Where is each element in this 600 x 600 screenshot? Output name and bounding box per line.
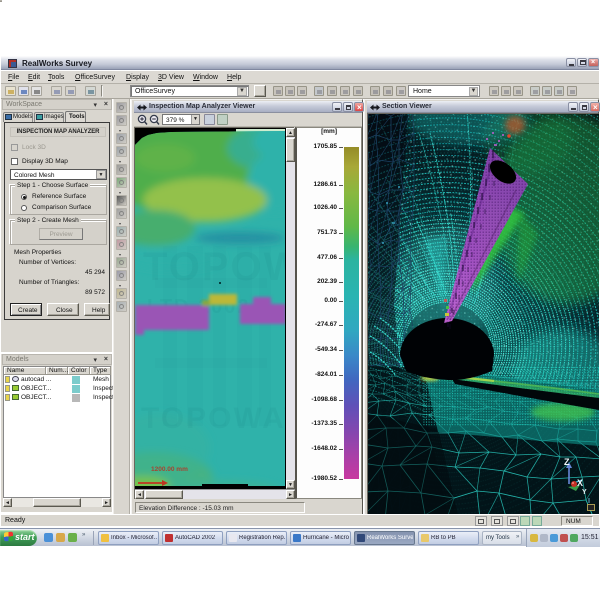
svg-text:X: X — [577, 478, 583, 488]
svg-text:Z: Z — [564, 457, 570, 467]
svg-text:1200.00 mm: 1200.00 mm — [151, 466, 188, 473]
svg-text:Y: Y — [582, 489, 587, 496]
